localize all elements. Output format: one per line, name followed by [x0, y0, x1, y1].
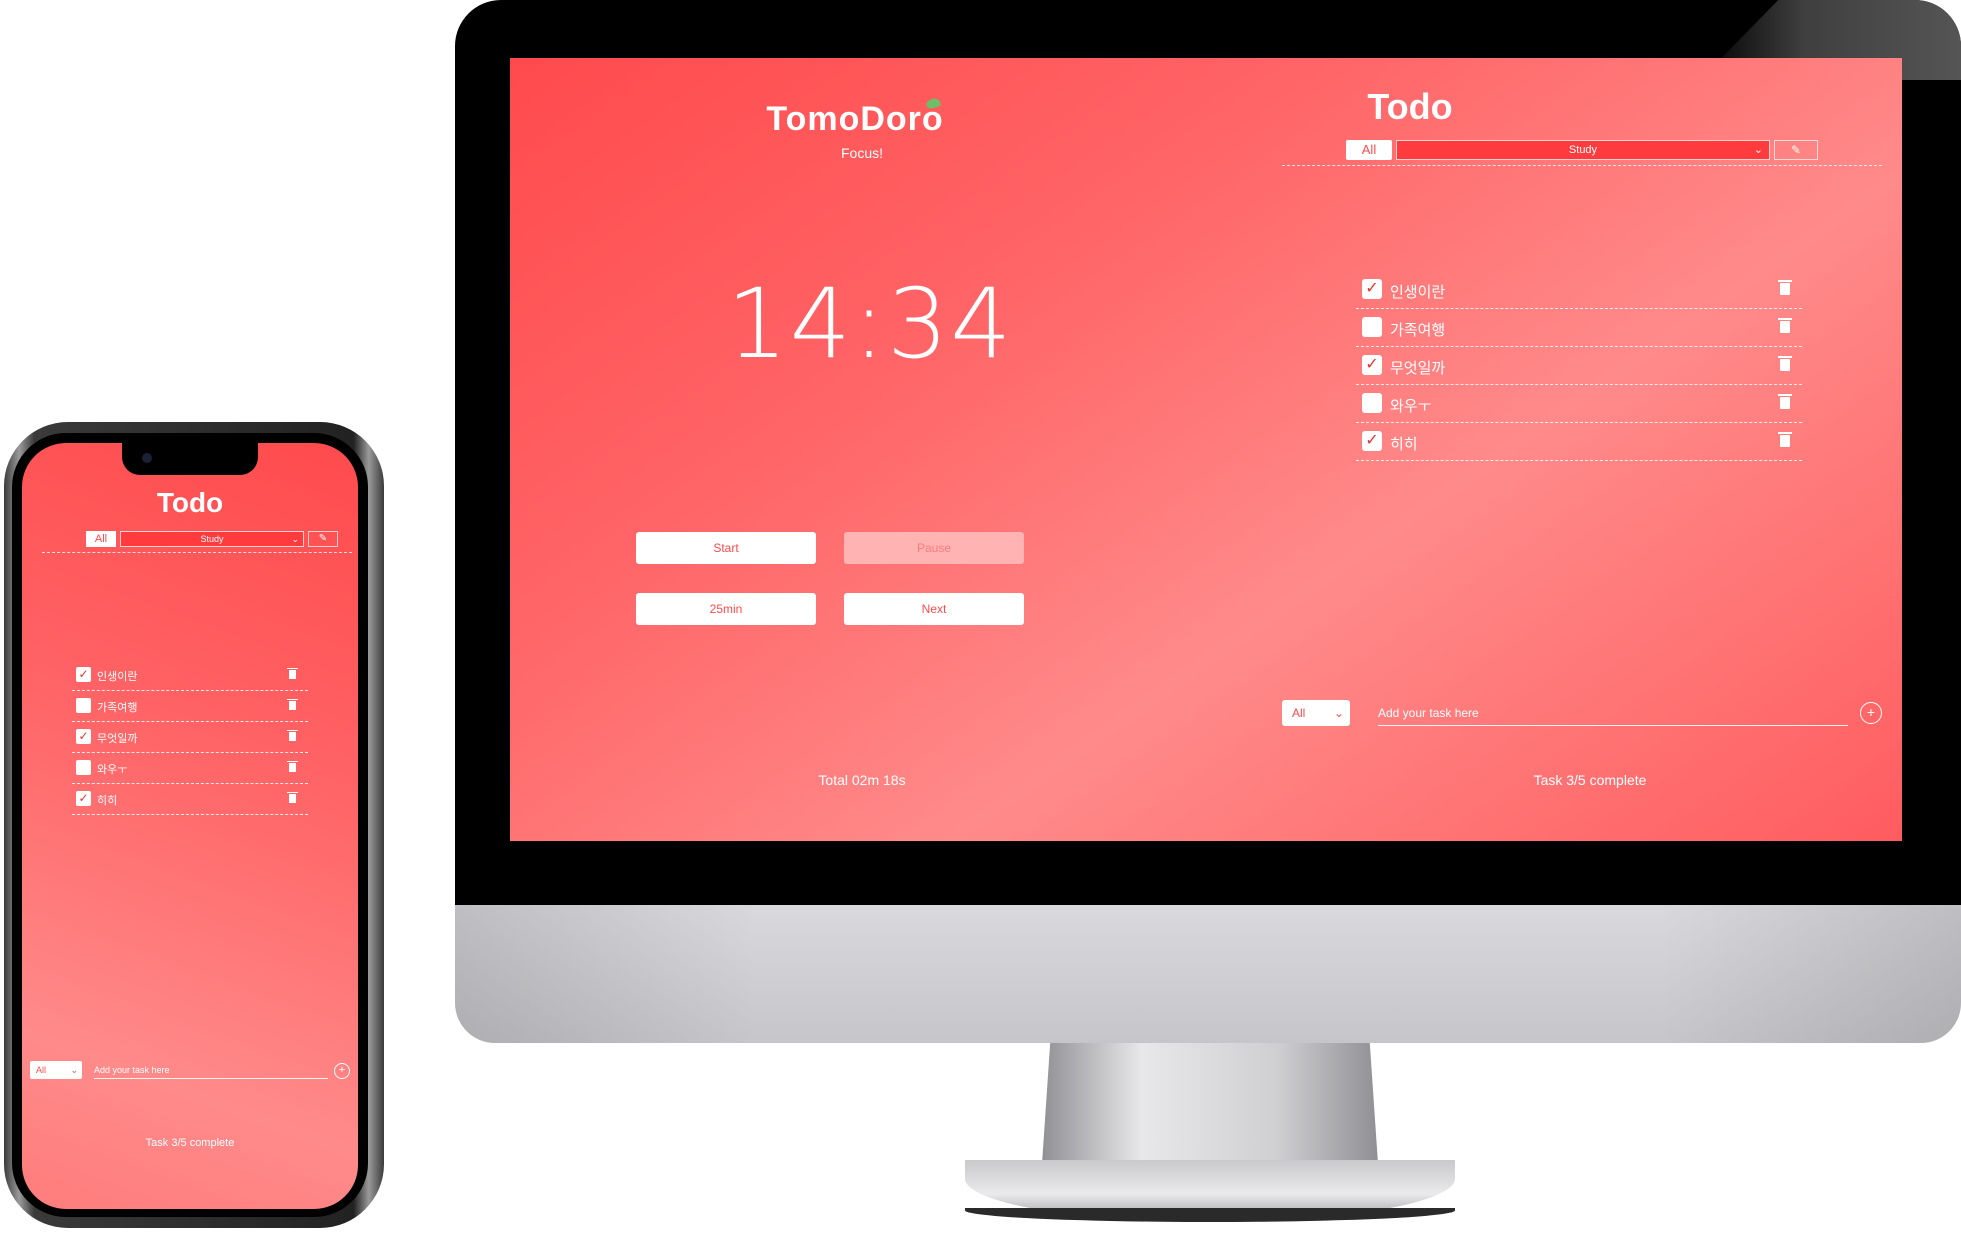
list-item: 가족여행: [72, 691, 308, 722]
list-item: ✓ 히히: [1356, 423, 1802, 461]
item-checkbox[interactable]: [76, 698, 91, 713]
todo-list: ✓ 인생이란 가족여행 ✓ 무엇일까 와우ㅜ ✓ 히히: [72, 660, 308, 815]
checkmark-icon: ✓: [1365, 280, 1379, 297]
add-task-category-select[interactable]: All ⌄: [30, 1061, 82, 1079]
todo-list: ✓ 인생이란 가족여행 ✓ 무엇일까 와우ㅜ ✓ 히히: [1356, 271, 1802, 461]
trash-icon[interactable]: [287, 730, 298, 741]
pencil-icon: ✎: [1790, 143, 1802, 157]
next-button[interactable]: Next: [844, 593, 1024, 625]
list-item: ✓ 인생이란: [72, 660, 308, 691]
phone-screen: Todo All Study ⌄ ✎ ✓ 인생이란 가족여행 ✓ 무엇일까 와우…: [22, 443, 358, 1209]
checkmark-icon: ✓: [78, 791, 89, 805]
brand-subtitle: Focus!: [840, 145, 883, 161]
category-select[interactable]: Study ⌄: [120, 531, 304, 547]
chevron-down-icon: ⌄: [1753, 144, 1763, 156]
brand-title-text: TomoDoro: [766, 100, 944, 138]
trash-icon[interactable]: [287, 792, 298, 803]
trash-icon[interactable]: [1778, 280, 1792, 295]
add-task-category-value: All: [36, 1065, 47, 1075]
item-label: 가족여행: [1390, 321, 1446, 339]
item-checkbox[interactable]: ✓: [76, 729, 91, 744]
item-checkbox[interactable]: ✓: [76, 667, 91, 682]
todo-title: Todo: [1367, 86, 1453, 127]
list-item: ✓ 인생이란: [1356, 271, 1802, 309]
chevron-down-icon: ⌄: [291, 534, 299, 544]
total-time: Total 02m 18s: [818, 772, 906, 788]
item-checkbox[interactable]: ✓: [1362, 279, 1382, 299]
list-item: 가족여행: [1356, 309, 1802, 347]
phone-notch: [122, 443, 258, 475]
chevron-down-icon: ⌄: [1333, 706, 1344, 720]
list-item: ✓ 무엇일까: [72, 722, 308, 753]
trash-icon[interactable]: [287, 699, 298, 710]
trash-icon[interactable]: [287, 668, 298, 679]
plus-icon: +: [338, 1064, 346, 1076]
task-count: Task 3/5 complete: [1533, 772, 1647, 788]
add-task-button[interactable]: +: [1860, 702, 1882, 724]
list-item: 와우ㅜ: [1356, 385, 1802, 423]
trash-icon[interactable]: [287, 761, 298, 772]
camera-icon: [142, 453, 152, 463]
item-checkbox[interactable]: ✓: [1362, 431, 1382, 451]
item-label: 히히: [97, 794, 118, 807]
desktop-screen: TomoDoro Focus! 14:34 Start Pause 25min …: [510, 58, 1902, 841]
list-item: ✓ 무엇일까: [1356, 347, 1802, 385]
item-checkbox[interactable]: ✓: [76, 791, 91, 806]
brand-title: TomoDoro: [742, 96, 982, 139]
filter-all-button[interactable]: All: [86, 531, 116, 547]
brand: TomoDoro Focus!: [742, 96, 982, 161]
add-task-input[interactable]: Add your task here: [94, 1061, 328, 1079]
task-count: Task 3/5 complete: [145, 1137, 235, 1149]
category-select-value: Study: [200, 534, 224, 544]
list-item: ✓ 히히: [72, 784, 308, 815]
todo-title: Todo: [156, 487, 224, 518]
plus-icon: +: [1866, 704, 1876, 720]
monitor-stand-foot-base: [965, 1208, 1455, 1222]
item-checkbox[interactable]: ✓: [1362, 355, 1382, 375]
add-task-category-value: All: [1292, 706, 1306, 720]
item-label: 와우ㅜ: [1390, 397, 1432, 415]
checkmark-icon: ✓: [78, 729, 89, 743]
add-task-row: All ⌄ Add your task here +: [1282, 700, 1882, 730]
checkmark-icon: ✓: [78, 667, 89, 681]
list-item: 와우ㅜ: [72, 753, 308, 784]
edit-category-button[interactable]: ✎: [1774, 140, 1818, 160]
add-task-button[interactable]: +: [334, 1063, 350, 1079]
duration-button[interactable]: 25min: [636, 593, 816, 625]
filter-all-button[interactable]: All: [1346, 140, 1392, 160]
start-button[interactable]: Start: [636, 532, 816, 564]
timer-display: 14:34: [726, 268, 1014, 380]
pause-button[interactable]: Pause: [844, 532, 1024, 564]
todo-filter-bar: All Study ⌄ ✎: [1282, 140, 1882, 166]
item-label: 와우ㅜ: [97, 763, 128, 776]
add-task-row: All ⌄ Add your task here +: [30, 1061, 350, 1083]
add-task-category-select[interactable]: All ⌄: [1282, 700, 1350, 726]
checkmark-icon: ✓: [1365, 356, 1379, 373]
trash-icon[interactable]: [1778, 432, 1792, 447]
item-checkbox[interactable]: [76, 760, 91, 775]
item-label: 인생이란: [1390, 283, 1446, 301]
item-checkbox[interactable]: [1362, 317, 1382, 337]
item-label: 무엇일까: [1390, 359, 1446, 377]
trash-icon[interactable]: [1778, 356, 1792, 371]
checkmark-icon: ✓: [1365, 432, 1379, 449]
item-label: 가족여행: [97, 701, 138, 714]
todo-filter-bar: All Study ⌄ ✎: [42, 531, 352, 553]
category-select-value: Study: [1568, 144, 1598, 156]
item-label: 히히: [1390, 435, 1418, 453]
category-select[interactable]: Study ⌄: [1396, 140, 1770, 160]
pencil-icon: ✎: [318, 533, 328, 544]
item-label: 인생이란: [97, 670, 138, 683]
monitor-chin-shading: [455, 905, 1961, 1043]
item-checkbox[interactable]: [1362, 393, 1382, 413]
trash-icon[interactable]: [1778, 318, 1792, 333]
add-task-input[interactable]: Add your task here: [1378, 700, 1848, 726]
item-label: 무엇일까: [97, 732, 138, 745]
edit-category-button[interactable]: ✎: [308, 531, 338, 547]
trash-icon[interactable]: [1778, 394, 1792, 409]
chevron-down-icon: ⌄: [70, 1065, 78, 1075]
